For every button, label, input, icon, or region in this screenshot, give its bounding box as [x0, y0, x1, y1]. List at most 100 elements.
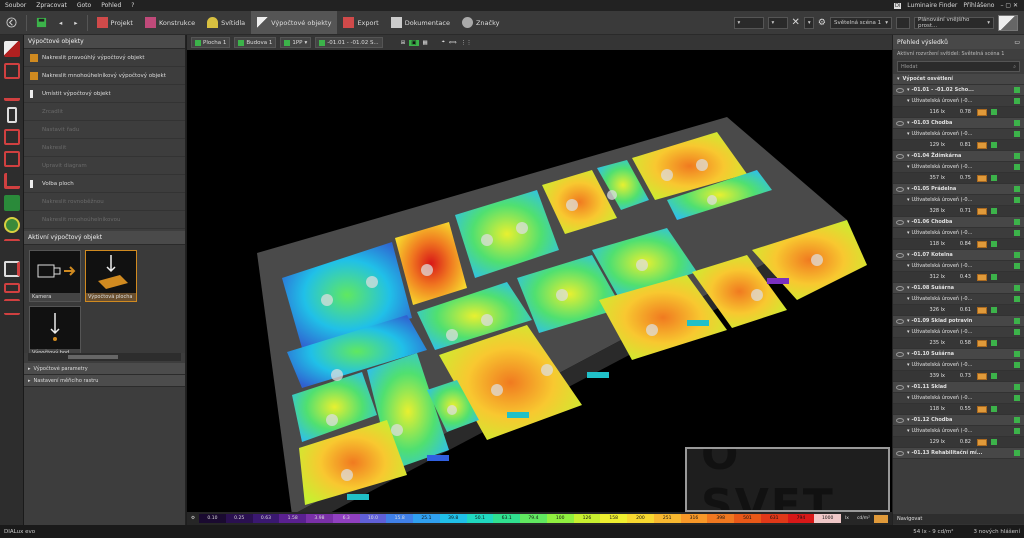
result-level-row[interactable]: ▾ Uživatelská úroveň (-0... [893, 393, 1024, 404]
eye-icon[interactable] [896, 285, 904, 291]
navigate-footer[interactable]: Navigovat [893, 514, 1024, 525]
close-icon[interactable]: ✕ [792, 17, 800, 28]
false-color-icon[interactable] [977, 174, 987, 182]
draw-polygon-object[interactable]: Nakreslit mnohoúhelníkový výpočtový obje… [24, 67, 185, 85]
redo-button[interactable]: ▸ [68, 11, 83, 34]
select-surfaces[interactable]: Volba ploch [24, 175, 185, 193]
result-value-row[interactable]: 129 lx 0.81 [893, 140, 1024, 151]
grid-icon[interactable]: ⋮⋮ [461, 40, 472, 46]
eye-icon[interactable] [896, 417, 904, 423]
eye-icon[interactable] [896, 252, 904, 258]
scene-extra-button[interactable] [896, 16, 910, 29]
results-search-input[interactable]: Hledat ⌕ [897, 61, 1020, 72]
false-color-icon[interactable] [977, 141, 987, 149]
tab-export[interactable]: Export [337, 11, 384, 34]
view-3d-icon[interactable]: ▣ [409, 39, 419, 46]
tab-vypoctove-objekty[interactable]: Výpočtové objekty [251, 11, 338, 34]
menu-goto[interactable]: Goto [72, 2, 96, 9]
result-level-row[interactable]: ▾ Uživatelská úroveň (-0... [893, 162, 1024, 173]
result-room-row[interactable]: ▾ -01.08 Sušárna [893, 283, 1024, 294]
result-value-row[interactable]: 357 lx 0.75 [893, 173, 1024, 184]
false-color-icon[interactable] [977, 438, 987, 446]
eye-icon[interactable] [896, 351, 904, 357]
back-button[interactable] [0, 11, 23, 34]
view-solid-icon[interactable]: ▦ [423, 40, 428, 46]
draw-rectangular-object[interactable]: Nakreslit pravoúhlý výpočtový objekt [24, 49, 185, 67]
exit-sign-tool-icon[interactable] [3, 195, 20, 211]
collapsible-grid-settings[interactable]: ▸ Nastavení měřicího rastru [24, 375, 185, 387]
tab-konstrukce[interactable]: Konstrukce [139, 11, 201, 34]
result-value-row[interactable]: 116 lx 0.78 [893, 107, 1024, 118]
eye-icon[interactable] [896, 186, 904, 192]
false-color-icon[interactable] [977, 339, 987, 347]
false-color-icon[interactable] [977, 240, 987, 248]
result-room-row[interactable]: ▾ -01.13 Rehabilitační mí... [893, 448, 1024, 459]
result-room-row[interactable]: ▾ -01.01 - -01.02 Scho... [893, 85, 1024, 96]
scroll-thumb[interactable] [68, 355, 118, 359]
tab-projekt[interactable]: Projekt [91, 11, 139, 34]
unit-luminance[interactable]: cd/m² [853, 516, 874, 521]
measure-icon[interactable]: ⟺ [449, 40, 457, 46]
tile-calc-surface[interactable]: Výpočtová plocha [85, 250, 137, 302]
false-color-icon[interactable] [977, 207, 987, 215]
eye-icon[interactable] [896, 384, 904, 390]
menu-zpracovat[interactable]: Zpracovat [31, 2, 72, 9]
result-room-row[interactable]: ▾ -01.07 Kotelna [893, 250, 1024, 261]
eye-icon[interactable] [896, 153, 904, 159]
window-controls-icon[interactable]: – ▢ ✕ [1000, 2, 1018, 9]
result-room-row[interactable]: ▾ -01.03 Chodba [893, 118, 1024, 129]
result-value-row[interactable]: 326 lx 0.61 [893, 305, 1024, 316]
result-value-row[interactable]: 129 lx 0.82 [893, 437, 1024, 448]
tab-znacky[interactable]: Značky [456, 11, 506, 34]
eye-icon[interactable] [896, 318, 904, 324]
results-section[interactable]: ▾ Výpočet osvětlení [893, 74, 1024, 85]
path-tool-icon[interactable] [3, 85, 20, 101]
result-room-row[interactable]: ▾ -01.10 Sušárna [893, 349, 1024, 360]
result-room-row[interactable]: ▾ -01.11 Sklad [893, 382, 1024, 393]
eye-icon[interactable] [896, 87, 904, 93]
tile-calc-point[interactable]: Výpočtový bod [29, 306, 81, 358]
red-box-tool-icon[interactable] [3, 151, 20, 167]
l-shape-tool-icon[interactable] [3, 173, 20, 189]
false-color-icon[interactable] [977, 372, 987, 380]
menu-help[interactable]: ? [126, 2, 139, 9]
pointer-icon[interactable]: ⌖ [442, 39, 445, 46]
3d-viewport[interactable]: Plocha 1 Budova 1 1PP ▾ -01.01 - -01.02 S… [187, 35, 892, 512]
scene-select[interactable]: Světelná scéna 1 ▾ [830, 16, 892, 29]
tab-dokumentace[interactable]: Dokumentace [385, 11, 456, 34]
floorplan-render[interactable] [187, 50, 892, 512]
panel-restore-icon[interactable]: ▭ [1014, 39, 1020, 46]
scale-toggle-icon[interactable] [874, 514, 888, 523]
result-value-row[interactable]: 235 lx 0.58 [893, 338, 1024, 349]
page-tool-icon[interactable] [3, 261, 20, 277]
chip-budova[interactable]: Budova 1 [234, 37, 277, 48]
result-level-row[interactable]: ▾ Uživatelská úroveň (-0... [893, 261, 1024, 272]
false-color-icon[interactable] [977, 405, 987, 413]
tile-scrollbar[interactable] [28, 353, 181, 361]
window-tool-icon[interactable] [3, 129, 20, 145]
plan-select[interactable]: Plánování vnějšího prost... ▾ [914, 16, 994, 29]
number-select[interactable]: ▾ [767, 16, 788, 29]
result-room-row[interactable]: ▾ -01.04 Ždímkárna [893, 151, 1024, 162]
rect-tool-icon[interactable] [3, 283, 20, 293]
false-color-icon[interactable] [977, 306, 987, 314]
calc-objects-preview-icon[interactable] [998, 14, 1018, 31]
calc-surface-tool-icon[interactable] [3, 41, 20, 57]
eye-icon[interactable] [896, 450, 904, 456]
menu-pohled[interactable]: Pohled [96, 2, 126, 9]
collapsible-calc-params[interactable]: ▸ Výpočtové parametry [24, 363, 185, 375]
result-value-row[interactable]: 118 lx 0.84 [893, 239, 1024, 250]
result-value-row[interactable]: 312 lx 0.43 [893, 272, 1024, 283]
tab-svitidla[interactable]: Svítidla [201, 11, 251, 34]
luminaire-finder-link[interactable]: Luminaire Finder [907, 2, 957, 9]
result-value-row[interactable]: 118 lx 0.55 [893, 404, 1024, 415]
door-tool-icon[interactable] [6, 107, 17, 123]
eye-tool-icon[interactable] [3, 217, 20, 233]
result-value-row[interactable]: 328 lx 0.71 [893, 206, 1024, 217]
result-level-row[interactable]: ▾ Uživatelská úroveň (-0... [893, 195, 1024, 206]
result-level-row[interactable]: ▾ Uživatelská úroveň (-0... [893, 129, 1024, 140]
disabled-select[interactable]: ▾ [733, 16, 764, 29]
result-value-row[interactable]: 339 lx 0.73 [893, 371, 1024, 382]
close-dropdown[interactable]: ▾ [803, 16, 814, 29]
result-level-row[interactable]: ▾ Uživatelská úroveň (-0... [893, 96, 1024, 107]
